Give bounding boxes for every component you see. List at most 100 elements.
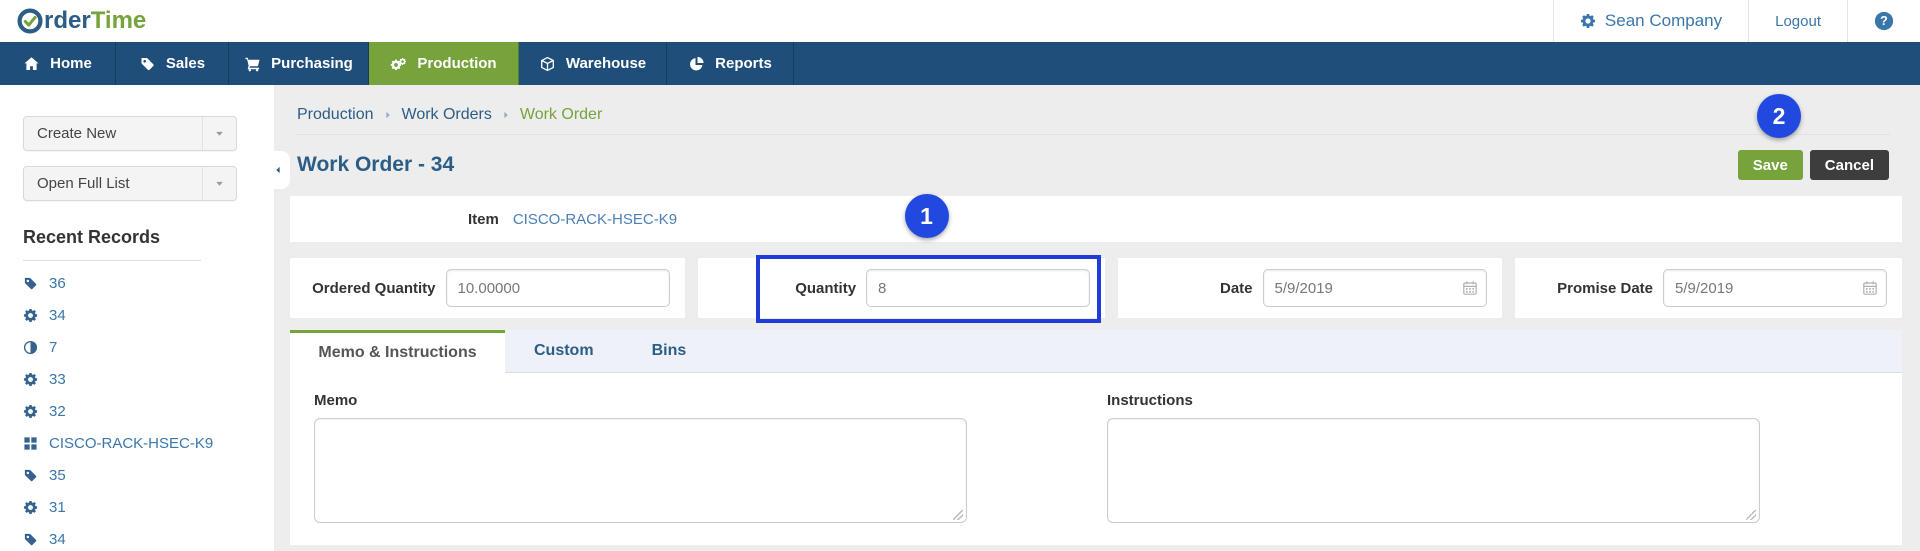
annotation-step-1-badge: 1 <box>904 194 949 238</box>
save-button[interactable]: Save <box>1737 150 1803 180</box>
recent-record-34[interactable]: 34 <box>23 307 274 324</box>
help-segment: ? <box>1847 0 1920 42</box>
recent-record-32[interactable]: 32 <box>23 403 274 420</box>
recent-record-label: 35 <box>49 467 66 484</box>
logo-text: rder <box>44 7 91 34</box>
tag-icon <box>23 532 38 547</box>
recent-record-36[interactable]: 36 <box>23 275 274 292</box>
memo-column: Memo <box>314 392 967 545</box>
cancel-button[interactable]: Cancel <box>1809 150 1889 180</box>
title-row: Work Order - 34 Save Cancel <box>297 147 1889 183</box>
item-label: Item <box>468 210 499 228</box>
recent-record-33[interactable]: 33 <box>23 371 274 388</box>
item-link[interactable]: CISCO-RACK-HSEC-K9 <box>513 211 677 228</box>
nav-item-label: Production <box>417 55 497 72</box>
clock-logo-icon <box>17 8 43 34</box>
main-nav: Home Sales Purchasing Production Warehou… <box>0 42 1920 85</box>
top-header: rder Time Sean Company Logout ? <box>0 0 1920 42</box>
page-title: Work Order - 34 <box>297 153 455 176</box>
breadcrumb-work-orders[interactable]: Work Orders <box>402 106 492 124</box>
breadcrumb-production[interactable]: Production <box>297 106 374 124</box>
gear-icon <box>1580 13 1596 29</box>
tab-memo-instructions[interactable]: Memo & Instructions <box>290 330 505 373</box>
recent-record-31[interactable]: 31 <box>23 499 274 516</box>
nav-item-home[interactable]: Home <box>0 42 116 85</box>
tab-label: Bins <box>651 342 687 359</box>
nav-item-sales[interactable]: Sales <box>116 42 229 85</box>
create-new-label: Create New <box>37 125 117 142</box>
pie-icon <box>688 56 705 72</box>
open-full-list-label: Open Full List <box>37 175 130 192</box>
chevron-down-icon <box>214 128 225 139</box>
tab-label: Memo & Instructions <box>318 344 477 361</box>
breadcrumb-divider <box>297 134 1890 135</box>
logout-segment: Logout <box>1748 0 1847 42</box>
header-right: Sean Company Logout ? <box>1552 0 1920 42</box>
tag-icon <box>23 468 38 483</box>
breadcrumb-current: Work Order <box>519 106 603 123</box>
tag-icon <box>139 56 156 72</box>
action-buttons: Save Cancel <box>1737 150 1889 180</box>
gear-icon <box>23 500 38 515</box>
recent-record-label: 32 <box>49 403 66 420</box>
page-body: Create New Open Full List Recent Records… <box>0 85 1920 551</box>
nav-item-reports[interactable]: Reports <box>667 42 794 85</box>
recent-record-7[interactable]: 7 <box>23 339 274 356</box>
nav-item-purchasing[interactable]: Purchasing <box>229 42 369 85</box>
instructions-textarea[interactable] <box>1107 418 1760 523</box>
fields-row: Ordered Quantity 1 Quantity Date Promise… <box>290 194 1902 323</box>
tag-icon <box>23 276 38 291</box>
gear-icon <box>23 372 38 387</box>
promise-date-input[interactable] <box>1663 269 1887 307</box>
nav-item-production[interactable]: Production <box>369 42 519 85</box>
recent-record-label: 36 <box>49 275 66 292</box>
quantity-panel: 1 Quantity <box>697 194 1106 323</box>
ordered-quantity-label: Ordered Quantity <box>312 279 436 297</box>
nav-item-warehouse[interactable]: Warehouse <box>519 42 667 85</box>
tab-bins[interactable]: Bins <box>623 330 716 372</box>
chevron-down-icon <box>214 178 225 189</box>
recent-record-cisco-rack-hsec-k9[interactable]: CISCO-RACK-HSEC-K9 <box>23 435 274 452</box>
home-icon <box>23 56 40 72</box>
cube-icon <box>539 56 556 72</box>
ordered-quantity-panel: Ordered Quantity <box>290 258 685 318</box>
breadcrumb: Production Work Orders Work Order <box>297 106 1890 124</box>
tab-custom[interactable]: Custom <box>505 330 623 372</box>
help-icon[interactable]: ? <box>1874 11 1894 31</box>
main-content: Production Work Orders Work Order Work O… <box>262 85 1920 551</box>
promise-date-label: Promise Date <box>1557 279 1653 297</box>
caret-right-icon <box>383 110 393 120</box>
svg-text:?: ? <box>1880 14 1888 28</box>
nav-item-label: Warehouse <box>565 55 647 72</box>
recent-records-title: Recent Records <box>23 227 161 247</box>
instructions-label: Instructions <box>1107 392 1193 409</box>
recent-records-list: 36 34 7 33 32 CISCO-RACK-HSEC-K9 35 31 3… <box>0 275 274 548</box>
recent-record-34[interactable]: 34 <box>23 531 274 548</box>
ordertime-logo[interactable]: rder Time <box>0 0 146 42</box>
tabs-bar: Memo & Instructions Custom Bins <box>290 330 1902 373</box>
grid-icon <box>23 436 38 451</box>
caret-right-icon <box>501 110 511 120</box>
recent-records-divider <box>23 260 201 261</box>
sidebar: Create New Open Full List Recent Records… <box>0 85 274 551</box>
recent-record-label: CISCO-RACK-HSEC-K9 <box>49 435 214 452</box>
create-new-button[interactable]: Create New <box>23 116 237 151</box>
open-full-list-button[interactable]: Open Full List <box>23 166 237 201</box>
recent-record-label: 34 <box>49 307 66 324</box>
instructions-column: Instructions <box>1107 392 1760 545</box>
recent-record-label: 31 <box>49 499 66 516</box>
caret-left-icon <box>273 164 283 176</box>
company-menu[interactable]: Sean Company <box>1552 0 1748 42</box>
date-input[interactable] <box>1262 269 1487 307</box>
item-row: Item CISCO-RACK-HSEC-K9 <box>290 196 1902 242</box>
ordered-quantity-input[interactable] <box>445 269 670 307</box>
recent-record-35[interactable]: 35 <box>23 467 274 484</box>
logo-text-accent: Time <box>90 7 147 34</box>
recent-record-label: 33 <box>49 371 66 388</box>
memo-textarea[interactable] <box>314 418 967 523</box>
quantity-input[interactable] <box>866 269 1091 307</box>
sidebar-collapse-handle[interactable] <box>262 151 290 189</box>
logout-link[interactable]: Logout <box>1775 13 1821 30</box>
cart-icon <box>244 56 261 72</box>
cogs-icon <box>390 56 407 72</box>
